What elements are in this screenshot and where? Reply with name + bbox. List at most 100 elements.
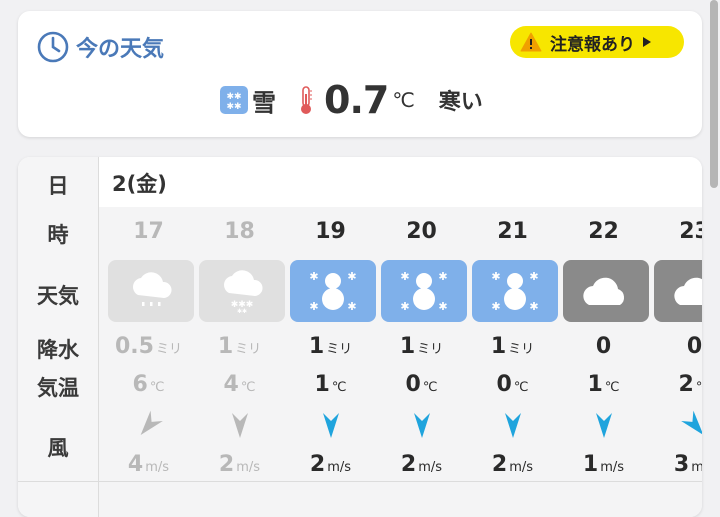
thermometer-icon [301,86,312,114]
forecast-hour: 22 [588,219,619,244]
forecast-hour: 20 [406,219,437,244]
date-header: 2(金) [99,157,702,207]
svg-text:✱: ✱ [347,270,356,283]
feels-like-text: 寒い [438,90,483,115]
svg-text:✱: ✱ [309,270,318,283]
wind-speed: 2 m/s [400,452,443,477]
precipitation: 1 ミリ [308,334,353,359]
wind-direction-icon [232,413,248,438]
svg-text:✱: ✱ [438,270,447,283]
forecast-column-20: 20 ✱ ✱ ✱ ✱ 1 ミリ 0 ℃ 2 m/s [376,207,467,517]
precipitation: 1 ミリ [217,334,262,359]
svg-text:✱: ✱ [347,300,356,313]
svg-text:✱: ✱ [529,300,538,313]
svg-text:✱✱: ✱✱ [226,102,241,111]
weather-box [563,260,649,322]
precipitation: 0 [595,334,612,359]
cloud-icon [674,277,702,305]
precipitation: 1 ミリ [490,334,535,359]
row-labels: 日 時 天気 降水 気温 風 [18,157,99,517]
precip-unit: ミリ [235,342,262,357]
snow-icon: ✱ ✱ ✱ ✱ [309,270,356,313]
svg-text:✱✱: ✱✱ [226,92,241,102]
precipitation: 0.5 ミリ [115,334,182,359]
forecast-hour: 17 [133,219,164,244]
precipitation: 1 ミリ [399,334,444,359]
precip-unit: ミリ [326,342,353,357]
divider [18,481,702,482]
svg-text:✱: ✱ [529,270,538,283]
wind-speed: 3m/s [673,452,702,477]
row-label-time: 時 [47,223,69,247]
forecast-column-23: 23 0 2℃ 3m/s [649,207,702,517]
temperature-unit: ℃ [392,88,415,112]
row-label-precip: 降水 [37,338,79,362]
wind-speed: 2 m/s [218,452,261,477]
page-scrollbar[interactable] [710,0,718,188]
forecast-hour: 18 [224,219,255,244]
forecast-hour: 19 [315,219,346,244]
temperature: 0 ℃ [405,372,438,397]
svg-text:✱: ✱ [491,300,500,313]
wind-direction-icon [414,413,430,438]
clock-icon [37,31,69,63]
precip-unit: ミリ [417,342,444,357]
wind-speed: 2 m/s [491,452,534,477]
svg-text:✱✱: ✱✱ [237,308,247,313]
forecast-hour: 23 [679,219,702,244]
temperature: 4 ℃ [223,372,256,397]
current-temperature: 0.7 [324,78,389,122]
temperature: 1 ℃ [314,372,347,397]
svg-text:✱: ✱ [400,270,409,283]
sleet-icon: ✱✱✱ ✱✱ [224,270,263,313]
forecast-date: 2(金) [112,172,167,196]
wind-speed: 4 m/s [127,452,170,477]
cloud-icon [583,277,625,305]
current-weather-card: 今の天気 注意報あり ✱✱ ✱✱ 雪 0.7 ℃ 寒い [18,11,702,137]
precip-unit: ミリ [508,342,535,357]
chevron-right-icon [643,37,651,47]
svg-text:✱: ✱ [309,300,318,313]
row-label-day: 日 [47,174,69,198]
weather-box: ✱ ✱ ✱ ✱ [472,260,558,322]
wind-direction-icon [596,413,612,438]
weather-box [108,260,194,322]
hourly-grid[interactable]: 17 0.5 ミリ 6 ℃ 4 m/s 18 ✱✱✱ ✱✱ 1 ミリ 4 ℃ 2 m/s 1… [99,207,702,517]
weather-box: ✱ ✱ ✱ ✱ [381,260,467,322]
wind-direction-icon [323,413,339,438]
wind-direction-icon [505,413,521,438]
advisory-badge[interactable]: 注意報あり [510,26,684,58]
rain-icon [133,272,172,306]
wind-speed: 1 m/s [582,452,625,477]
forecast-column-18: 18 ✱✱✱ ✱✱ 1 ミリ 4 ℃ 2 m/s [194,207,285,517]
forecast-column-17: 17 0.5 ミリ 6 ℃ 4 m/s [103,207,194,517]
temperature: 6 ℃ [132,372,165,397]
row-label-temp: 気温 [37,376,79,400]
current-conditions: ✱✱ ✱✱ 雪 0.7 ℃ 寒い [220,75,483,125]
svg-text:✱: ✱ [491,270,500,283]
precipitation: 0 [686,334,702,359]
current-weather-title: 今の天気 [76,37,165,62]
advisory-label: 注意報あり [550,34,635,55]
precip-unit: ミリ [155,342,182,357]
wind-direction-icon [140,410,163,435]
row-label-wind: 風 [47,436,69,460]
snow-icon: ✱ ✱ ✱ ✱ [491,270,538,313]
current-condition: 雪 [252,88,276,117]
temperature: 2℃ [678,372,702,397]
forecast-column-21: 21 ✱ ✱ ✱ ✱ 1 ミリ 0 ℃ 2 m/s [467,207,558,517]
svg-text:✱: ✱ [438,300,447,313]
svg-text:✱: ✱ [400,300,409,313]
warning-icon [520,32,542,52]
forecast-column-19: 19 ✱ ✱ ✱ ✱ 1 ミリ 1 ℃ 2 m/s [285,207,376,517]
weather-box: ✱ ✱ ✱ ✱ [290,260,376,322]
wind-direction-icon [681,410,702,435]
temperature: 0 ℃ [496,372,529,397]
forecast-hour: 21 [497,219,528,244]
current-weather-header: 今の天気 [36,30,164,64]
temperature: 1 ℃ [587,372,620,397]
snow-icon: ✱✱ ✱✱ [220,86,248,114]
forecast-column-22: 22 0 1 ℃ 1 m/s [558,207,649,517]
snow-icon: ✱ ✱ ✱ ✱ [400,270,447,313]
wind-speed: 2 m/s [309,452,352,477]
